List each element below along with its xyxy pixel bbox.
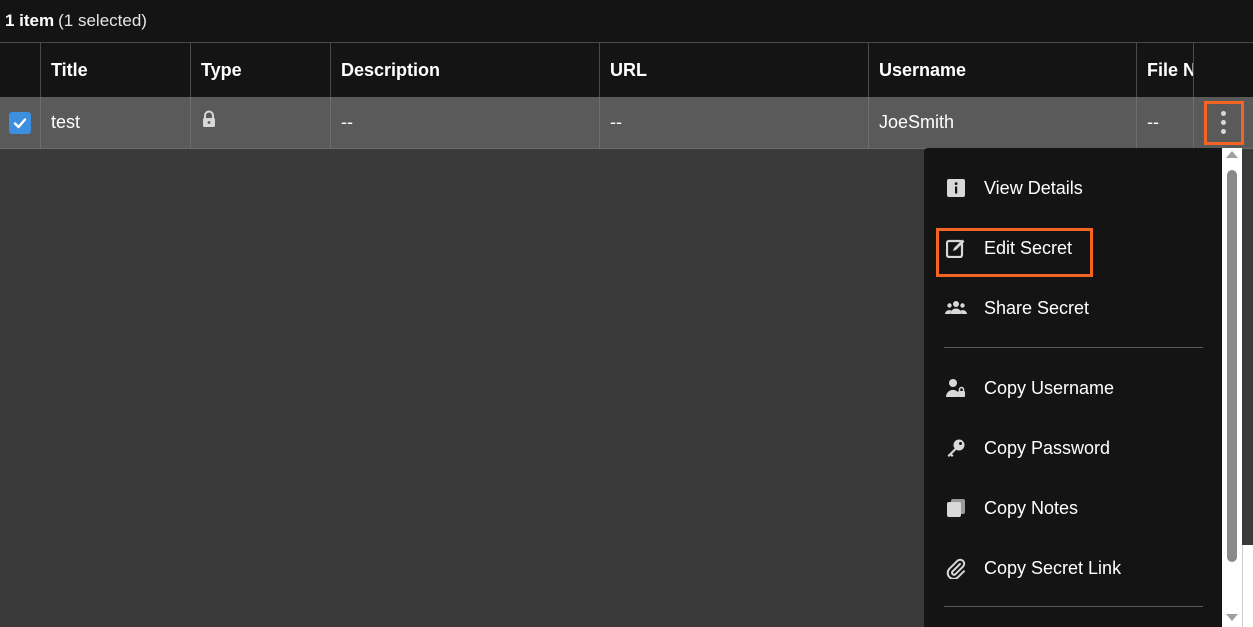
menu-item-label: Copy Password [984,437,1111,458]
menu-item-label: Edit Secret [984,237,1073,258]
menu-item-share-secret[interactable]: Share Secret [924,284,1222,332]
kebab-dot [1221,129,1226,134]
menu-item-label: View Details [984,177,1083,198]
cell-type [191,97,331,148]
page-edge-panel [1242,545,1253,627]
header-actions-column [1194,43,1253,97]
kebab-dot [1221,120,1226,125]
lock-icon [203,110,215,127]
menu-item-view-details[interactable]: View Details [924,164,1222,212]
table-header: Title Type Description URL Username File… [0,43,1253,97]
cell-file: -- [1137,97,1194,148]
menu-item-label: Copy Secret Link [984,557,1122,578]
menu-item-copy-notes[interactable]: Copy Notes [924,484,1222,532]
column-header-type[interactable]: Type [191,43,331,97]
cell-url: -- [600,97,869,148]
cell-description: -- [331,97,600,148]
menu-item-label: Copy Username [984,377,1115,398]
key-icon [944,436,968,460]
menu-item-label: Share Secret [984,297,1090,318]
paperclip-icon [944,556,968,580]
scrollbar-thumb[interactable] [1227,170,1237,562]
cell-title: test [41,97,191,148]
row-select-cell [0,97,41,148]
menu-divider [944,606,1203,607]
scroll-up-arrow-icon[interactable] [1226,151,1238,158]
menu-item-edit-secret[interactable]: Edit Secret [924,224,1222,272]
column-header-url[interactable]: URL [600,43,869,97]
menu-item-copy-username[interactable]: Copy Username [924,364,1222,412]
user-lock-icon [944,376,968,400]
menu-item-copy-password[interactable]: Copy Password [924,424,1222,472]
menu-divider [944,347,1203,348]
row-checkbox[interactable] [9,111,31,134]
copy-icon [944,496,968,520]
column-header-description[interactable]: Description [331,43,600,97]
column-header-username[interactable]: Username [869,43,1137,97]
row-actions-button[interactable] [1203,100,1244,145]
check-icon [13,117,27,128]
cell-username: JoeSmith [869,97,1137,148]
item-count: 1 item [5,11,55,30]
column-header-title[interactable]: Title [41,43,191,97]
selected-count: (1 selected) [58,11,147,30]
status-bar: 1 item (1 selected) [0,0,1253,43]
scroll-down-arrow-icon[interactable] [1226,614,1238,621]
row-actions-menu: View Details Edit Secret Share Secret Co… [924,148,1222,627]
edit-icon [944,236,968,260]
header-select-column [0,43,41,97]
row-actions-cell [1194,97,1253,148]
menu-item-label: Copy Notes [984,497,1079,518]
users-icon [944,296,968,320]
menu-item-copy-secret-link[interactable]: Copy Secret Link [924,544,1222,592]
kebab-dot [1221,111,1226,116]
info-icon [944,176,968,200]
column-header-file[interactable]: File N [1137,43,1194,97]
table-row[interactable]: test -- -- JoeSmith -- [0,97,1253,149]
